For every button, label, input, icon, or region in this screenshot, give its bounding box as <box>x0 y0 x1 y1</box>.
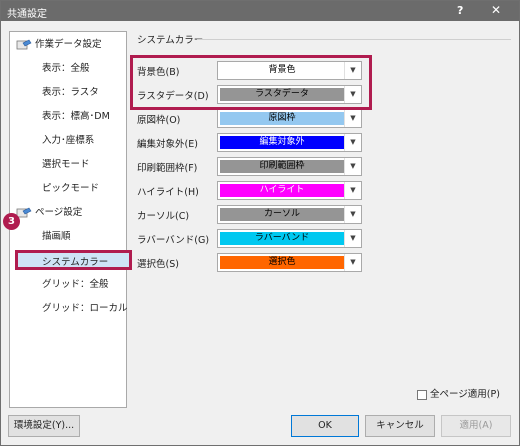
tree-item[interactable]: グリッド：ローカル <box>42 300 128 318</box>
ok-button[interactable]: OK <box>291 415 359 437</box>
tree-item[interactable]: 作業データ設定 <box>16 36 102 54</box>
color-dropdown[interactable]: 編集対象外 ▼ <box>217 133 362 152</box>
color-row: ハイライト(H) ハイライト ▼ <box>137 181 367 201</box>
work-data-icon <box>16 39 32 51</box>
color-row: 原図枠(O) 原図枠 ▼ <box>137 109 367 129</box>
color-dropdown[interactable]: 印刷範囲枠 ▼ <box>217 157 362 176</box>
color-swatch: 選択色 <box>220 256 344 269</box>
apply-all-pages-checkbox[interactable] <box>417 389 427 400</box>
color-label: 選択色(S) <box>137 259 179 270</box>
tree-item[interactable]: 表示：標高･DM <box>42 108 110 126</box>
environment-settings-button[interactable]: 環境設定(Y)... <box>8 415 80 437</box>
color-swatch: ハイライト <box>220 184 344 197</box>
window-title: 共通設定 <box>7 9 47 20</box>
highlight-box <box>130 55 372 110</box>
color-label: カーソル(C) <box>137 211 190 222</box>
settings-dialog: 共通設定 ? ✕ 作業データ設定 表示：全般表示：ラスタ 表示：標高･DM 入力･座標… <box>0 0 520 446</box>
color-dropdown[interactable]: カーソル ▼ <box>217 205 362 224</box>
tree-item-label: ページ設定 <box>35 207 83 218</box>
step-marker: 3 <box>3 213 20 230</box>
chevron-down-icon[interactable]: ▼ <box>344 110 361 127</box>
tree-item-system-color[interactable]: システムカラー <box>15 250 132 270</box>
tree-item-label: ピックモード <box>42 183 100 194</box>
tree-item-label: 表示：ラスタ <box>42 87 99 98</box>
chevron-down-icon[interactable]: ▼ <box>344 158 361 175</box>
color-label: 原図枠(O) <box>137 115 181 126</box>
chevron-down-icon[interactable]: ▼ <box>344 254 361 271</box>
color-swatch: 編集対象外 <box>220 136 344 149</box>
tree-item-label: 作業データ設定 <box>35 39 102 50</box>
color-row: 選択色(S) 選択色 ▼ <box>137 253 367 273</box>
color-dropdown[interactable]: 選択色 ▼ <box>217 253 362 272</box>
tree-item[interactable]: 描画順 <box>42 228 71 246</box>
tree-item-label: グリッド：全般 <box>42 279 109 290</box>
color-dropdown[interactable]: ハイライト ▼ <box>217 181 362 200</box>
tree-item-label: 入力･座標系 <box>42 135 95 146</box>
tree-item[interactable]: 入力･座標系 <box>42 132 94 150</box>
tree-item-label: システムカラー <box>42 257 109 268</box>
tree-item[interactable]: 表示：ラスタ <box>42 84 99 102</box>
chevron-down-icon[interactable]: ▼ <box>344 182 361 199</box>
cancel-button[interactable]: キャンセル <box>365 415 435 437</box>
color-label: ラバーバンド(G) <box>137 235 210 246</box>
apply-all-pages-option[interactable]: 全ページ適用(P) <box>417 386 500 400</box>
color-swatch: 印刷範囲枠 <box>220 160 344 173</box>
color-dropdown[interactable]: ラバーバンド ▼ <box>217 229 362 248</box>
close-button[interactable]: ✕ <box>491 3 501 17</box>
section-divider <box>197 39 511 40</box>
tree-item[interactable]: グリッド：全般 <box>42 276 109 294</box>
tree-item-label: 描画順 <box>42 231 71 242</box>
section-title: システムカラー <box>137 35 204 46</box>
apply-all-pages-label: 全ページ適用(P) <box>430 389 500 400</box>
color-dropdown[interactable]: 原図枠 ▼ <box>217 109 362 128</box>
tree-item[interactable]: 選択モード <box>42 156 90 174</box>
color-swatch: ラバーバンド <box>220 232 344 245</box>
tree-item-label: グリッド：ローカル <box>42 303 128 314</box>
chevron-down-icon[interactable]: ▼ <box>344 134 361 151</box>
color-row: 編集対象外(E) 編集対象外 ▼ <box>137 133 367 153</box>
color-row: 印刷範囲枠(F) 印刷範囲枠 ▼ <box>137 157 367 177</box>
chevron-down-icon[interactable]: ▼ <box>344 206 361 223</box>
color-row: カーソル(C) カーソル ▼ <box>137 205 367 225</box>
color-row: ラバーバンド(G) ラバーバンド ▼ <box>137 229 367 249</box>
color-label: 印刷範囲枠(F) <box>137 163 198 174</box>
color-label: 編集対象外(E) <box>137 139 198 150</box>
tree-item-label: 表示：全般 <box>42 63 90 74</box>
title-bar: 共通設定 ? ✕ <box>1 1 519 21</box>
color-swatch: 原図枠 <box>220 112 344 125</box>
tree-item[interactable]: ページ設定 <box>16 204 82 222</box>
tree-item-label: 選択モード <box>42 159 90 170</box>
tree-item-label: 表示：標高･DM <box>42 111 110 122</box>
help-button[interactable]: ? <box>457 4 463 17</box>
tree-item[interactable]: 表示：全般 <box>42 60 90 78</box>
color-label: ハイライト(H) <box>137 187 199 198</box>
chevron-down-icon[interactable]: ▼ <box>344 230 361 247</box>
tree-item[interactable]: ピックモード <box>42 180 99 198</box>
apply-button[interactable]: 適用(A) <box>441 415 511 437</box>
settings-tree[interactable]: 作業データ設定 表示：全般表示：ラスタ 表示：標高･DM 入力･座標系 選択モードピック… <box>9 31 132 408</box>
color-swatch: カーソル <box>220 208 344 221</box>
